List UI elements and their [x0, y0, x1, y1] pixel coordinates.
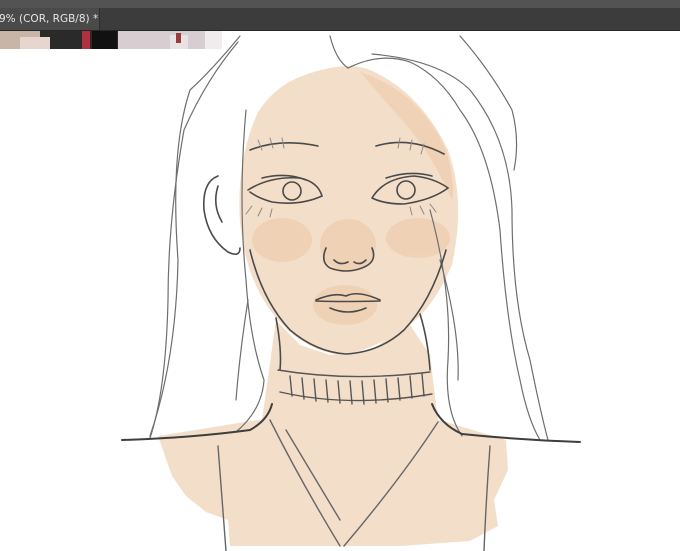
photo-editor-window: 9% (COR, RGB/8) * × [0, 0, 680, 551]
portrait-sketch [121, 35, 581, 551]
